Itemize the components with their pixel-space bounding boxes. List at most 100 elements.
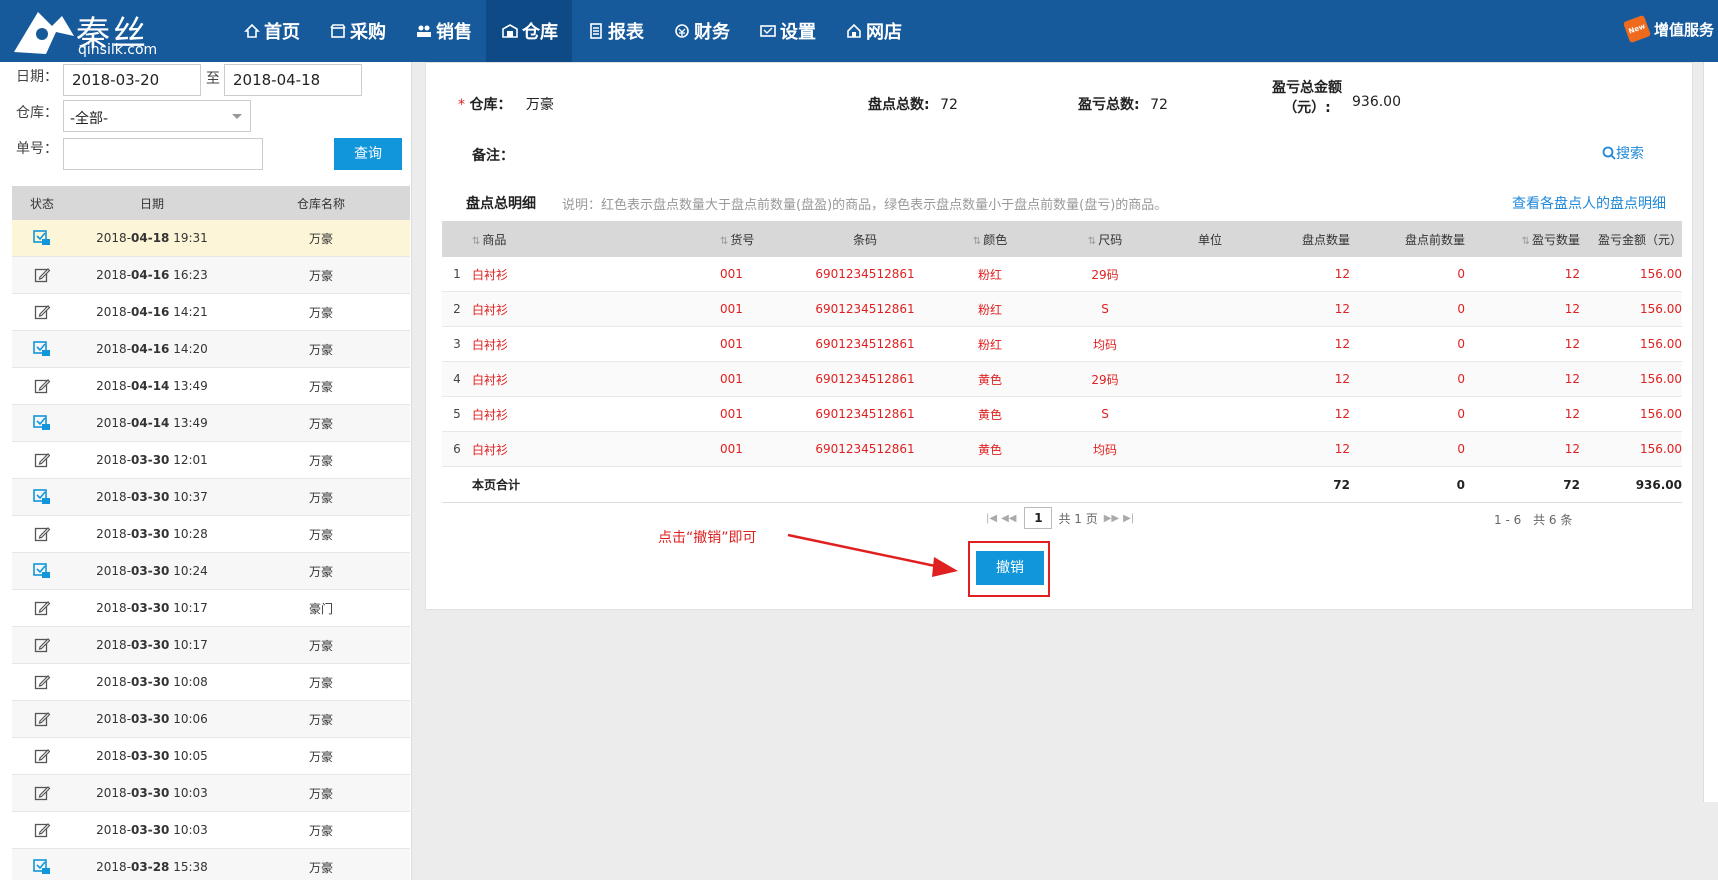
finance-icon [672,21,692,41]
list-item[interactable]: 2018-03-30 10:05 万豪 [12,738,410,775]
logo[interactable]: 秦丝 qinsilk.com [12,4,162,58]
list-item-date: 2018-03-30 10:06 [96,712,208,726]
date-to-separator: 至 [206,71,220,87]
list-item[interactable]: 2018-04-14 13:49 万豪 [12,368,410,405]
list-item-warehouse: 万豪 [308,268,333,283]
chevron-down-icon [232,114,242,119]
nav-warehouse[interactable]: 仓库 [486,0,572,62]
pl-count-label: 盈亏总数: [1078,97,1140,113]
edit-icon [12,785,72,801]
nav-store-label: 网店 [866,22,902,43]
cancel-button[interactable]: 撤销 [976,551,1044,585]
top-nav-bar: 秦丝 qinsilk.com 首页 采购 销售 仓库 报表 财务 设置 网店 N… [0,0,1718,62]
list-item-warehouse: 万豪 [308,416,333,431]
page-scrollbar[interactable] [1703,62,1718,802]
nav-report[interactable]: 报表 [572,0,658,62]
edit-icon [12,452,72,468]
header-size[interactable]: ⇅ 尺码 [1040,231,1170,248]
pl-amount-info: 盈亏总金额 （元）: [1272,77,1342,117]
view-per-counter-details-link[interactable]: 查看各盘点人的盘点明细 [1512,193,1666,213]
search-link[interactable]: 搜索 [1602,143,1644,163]
list-item-warehouse: 万豪 [308,342,333,357]
list-item[interactable]: 2018-04-18 19:31 万豪 [12,220,410,257]
date-to-input[interactable]: 2018-04-18 [224,64,362,96]
warehouse-select[interactable]: -全部- [63,100,251,132]
main-nav: 首页 采购 销售 仓库 报表 财务 设置 网店 [228,0,916,62]
nav-finance[interactable]: 财务 [658,0,744,62]
nav-home[interactable]: 首页 [228,0,314,62]
nav-purchase-label: 采购 [350,22,386,43]
list-item-date: 2018-04-16 14:21 [96,305,208,319]
number-input[interactable] [63,138,263,170]
edit-icon [12,711,72,727]
cell-amount: 156.00 [1640,337,1682,351]
list-item[interactable]: 2018-03-28 15:38 万豪 [12,849,410,880]
cell-size: 29码 [1091,267,1119,282]
list-item[interactable]: 2018-04-16 14:20 万豪 [12,331,410,368]
annotation-arrow-icon [787,533,958,577]
list-item[interactable]: 2018-03-30 10:03 万豪 [12,812,410,849]
new-badge: New [1622,14,1652,44]
nav-purchase[interactable]: 采购 [314,0,400,62]
cell-pl: 12 [1564,267,1580,281]
date-from-input[interactable]: 2018-03-20 [63,64,201,96]
cell-pre: 0 [1457,442,1465,456]
detail-panel: * 仓库： 万豪 盘点总数: 72 盈亏总数: 72 盈亏总金额 （元）: 93… [425,62,1693,610]
list-item-warehouse: 万豪 [308,712,333,727]
report-icon [586,21,606,41]
list-item-date: 2018-03-30 10:17 [96,601,208,615]
list-item[interactable]: 2018-03-30 10:28 万豪 [12,516,410,553]
list-item-date: 2018-03-30 10:17 [96,638,208,652]
record-range: 1 - 6 [1494,513,1522,527]
logo-mark-icon [14,12,74,54]
nav-settings[interactable]: 设置 [744,0,830,62]
header-pl-qty[interactable]: ⇅ 盈亏数量 [1465,231,1580,248]
pl-amount-label-1: 盈亏总金额 [1272,80,1342,96]
list-item-date: 2018-03-30 10:05 [96,749,208,763]
list-item[interactable]: 2018-03-30 10:06 万豪 [12,701,410,738]
completed-stamp-icon [12,415,72,431]
nav-finance-label: 财务 [694,22,730,43]
list-item-date: 2018-03-30 10:37 [96,490,208,504]
cell-amount: 156.00 [1640,407,1682,421]
total-pre-qty: 0 [1456,477,1465,492]
list-item[interactable]: 2018-03-30 10:03 万豪 [12,775,410,812]
list-item[interactable]: 2018-03-30 10:17 万豪 [12,627,410,664]
header-warehouse: 仓库名称 [296,196,345,211]
edit-icon [12,600,72,616]
header-unit: 单位 [1197,232,1222,247]
sort-icon: ⇅ [1521,235,1530,247]
cell-qty: 12 [1334,267,1350,281]
record-list-header: 状态 日期 仓库名称 [12,186,410,220]
list-item[interactable]: 2018-03-30 10:17 豪门 [12,590,410,627]
list-item[interactable]: 2018-04-16 14:21 万豪 [12,294,410,331]
cell-pre: 0 [1457,337,1465,351]
nav-sales[interactable]: 销售 [400,0,486,62]
list-item-date: 2018-04-14 13:49 [96,416,208,430]
pl-count-info: 盈亏总数: 72 [1078,94,1168,114]
next-page-icon[interactable]: ▶▶ [1104,513,1119,524]
list-item[interactable]: 2018-03-30 12:01 万豪 [12,442,410,479]
value-added-services[interactable]: New 增值服务 [1622,14,1714,44]
brand-domain: qinsilk.com [78,42,158,58]
edit-icon [12,304,72,320]
last-page-icon[interactable]: ▶| [1123,513,1134,524]
edit-icon [12,748,72,764]
list-item[interactable]: 2018-04-14 13:49 万豪 [12,405,410,442]
nav-sales-label: 销售 [436,22,472,43]
list-item[interactable]: 2018-03-30 10:24 万豪 [12,553,410,590]
list-item[interactable]: 2018-03-30 10:08 万豪 [12,664,410,701]
query-button[interactable]: 查询 [334,138,402,170]
sort-icon: ⇅ [1087,235,1097,247]
warehouse-icon [500,21,520,41]
list-item-warehouse: 万豪 [308,231,333,246]
list-item-warehouse: 万豪 [308,675,333,690]
list-item-date: 2018-03-30 10:08 [96,675,208,689]
page-number-input[interactable]: 1 [1024,507,1053,529]
list-item[interactable]: 2018-03-30 10:37 万豪 [12,479,410,516]
nav-store[interactable]: 网店 [830,0,916,62]
value-added-services-label: 增值服务 [1653,20,1714,39]
list-item[interactable]: 2018-04-16 16:23 万豪 [12,257,410,294]
cell-qty: 12 [1334,337,1350,351]
list-item-date: 2018-04-14 13:49 [96,379,208,393]
